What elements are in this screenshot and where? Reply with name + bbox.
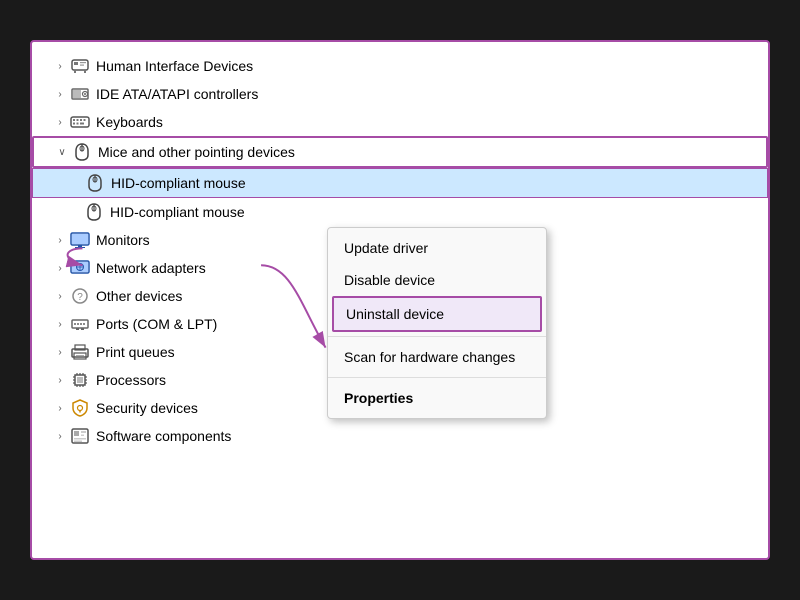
device-icon-hid-mouse-1 bbox=[85, 173, 105, 193]
expand-icon-mice: ∨ bbox=[54, 144, 70, 160]
list-item-keyboards[interactable]: › Keyboards bbox=[32, 108, 768, 136]
device-icon-hid-mouse-2 bbox=[84, 202, 104, 222]
context-menu-item-properties[interactable]: Properties bbox=[328, 382, 546, 414]
device-icon-network bbox=[70, 258, 90, 278]
label-mice: Mice and other pointing devices bbox=[98, 144, 295, 160]
device-manager-panel: › Human Interface Devices › IDE ATA/ATAP… bbox=[30, 40, 770, 560]
label-ide: IDE ATA/ATAPI controllers bbox=[96, 86, 258, 102]
expand-icon-monitors: › bbox=[52, 232, 68, 248]
context-menu-item-uninstall-device[interactable]: Uninstall device bbox=[332, 296, 542, 332]
device-icon-ide bbox=[70, 84, 90, 104]
expand-icon-other: › bbox=[52, 288, 68, 304]
device-icon-software bbox=[70, 426, 90, 446]
svg-text:?: ? bbox=[77, 292, 83, 303]
label-network: Network adapters bbox=[96, 260, 206, 276]
list-item-ide[interactable]: › IDE ATA/ATAPI controllers bbox=[32, 80, 768, 108]
label-ports: Ports (COM & LPT) bbox=[96, 316, 217, 332]
expand-icon-keyboards: › bbox=[52, 114, 68, 130]
list-item-hid-mouse-2[interactable]: HID-compliant mouse bbox=[32, 198, 768, 226]
device-icon-other: ? bbox=[70, 286, 90, 306]
context-menu-item-scan-hardware[interactable]: Scan for hardware changes bbox=[328, 341, 546, 373]
device-icon-hid bbox=[70, 56, 90, 76]
context-menu-divider bbox=[328, 336, 546, 337]
label-security: Security devices bbox=[96, 400, 198, 416]
device-icon-print bbox=[70, 342, 90, 362]
label-processors: Processors bbox=[96, 372, 166, 388]
device-icon-security bbox=[70, 398, 90, 418]
list-item-hid-mouse-1[interactable]: HID-compliant mouse bbox=[32, 168, 768, 198]
device-icon-processors bbox=[70, 370, 90, 390]
context-menu: Update driver Disable device Uninstall d… bbox=[327, 227, 547, 419]
expand-icon-security: › bbox=[52, 400, 68, 416]
device-icon-keyboards bbox=[70, 112, 90, 132]
device-icon-monitors bbox=[70, 230, 90, 250]
label-hid: Human Interface Devices bbox=[96, 58, 253, 74]
context-menu-item-disable-device[interactable]: Disable device bbox=[328, 264, 546, 296]
label-hid-mouse-2: HID-compliant mouse bbox=[110, 204, 245, 220]
label-print: Print queues bbox=[96, 344, 175, 360]
context-menu-divider-2 bbox=[328, 377, 546, 378]
expand-icon-ide: › bbox=[52, 86, 68, 102]
label-other: Other devices bbox=[96, 288, 182, 304]
expand-icon-software: › bbox=[52, 428, 68, 444]
label-monitors: Monitors bbox=[96, 232, 150, 248]
expand-icon-ports: › bbox=[52, 316, 68, 332]
device-icon-ports bbox=[70, 314, 90, 334]
list-item-mice[interactable]: ∨ Mice and other pointing devices bbox=[32, 136, 768, 168]
expand-icon-hid: › bbox=[52, 58, 68, 74]
expand-icon-processors: › bbox=[52, 372, 68, 388]
label-software: Software components bbox=[96, 428, 231, 444]
device-icon-mice bbox=[72, 142, 92, 162]
list-item-software[interactable]: › Software components bbox=[32, 422, 768, 450]
label-keyboards: Keyboards bbox=[96, 114, 163, 130]
label-hid-mouse-1: HID-compliant mouse bbox=[111, 175, 246, 191]
expand-icon-network: › bbox=[52, 260, 68, 276]
context-menu-item-update-driver[interactable]: Update driver bbox=[328, 232, 546, 264]
expand-icon-print: › bbox=[52, 344, 68, 360]
list-item-hid[interactable]: › Human Interface Devices bbox=[32, 52, 768, 80]
